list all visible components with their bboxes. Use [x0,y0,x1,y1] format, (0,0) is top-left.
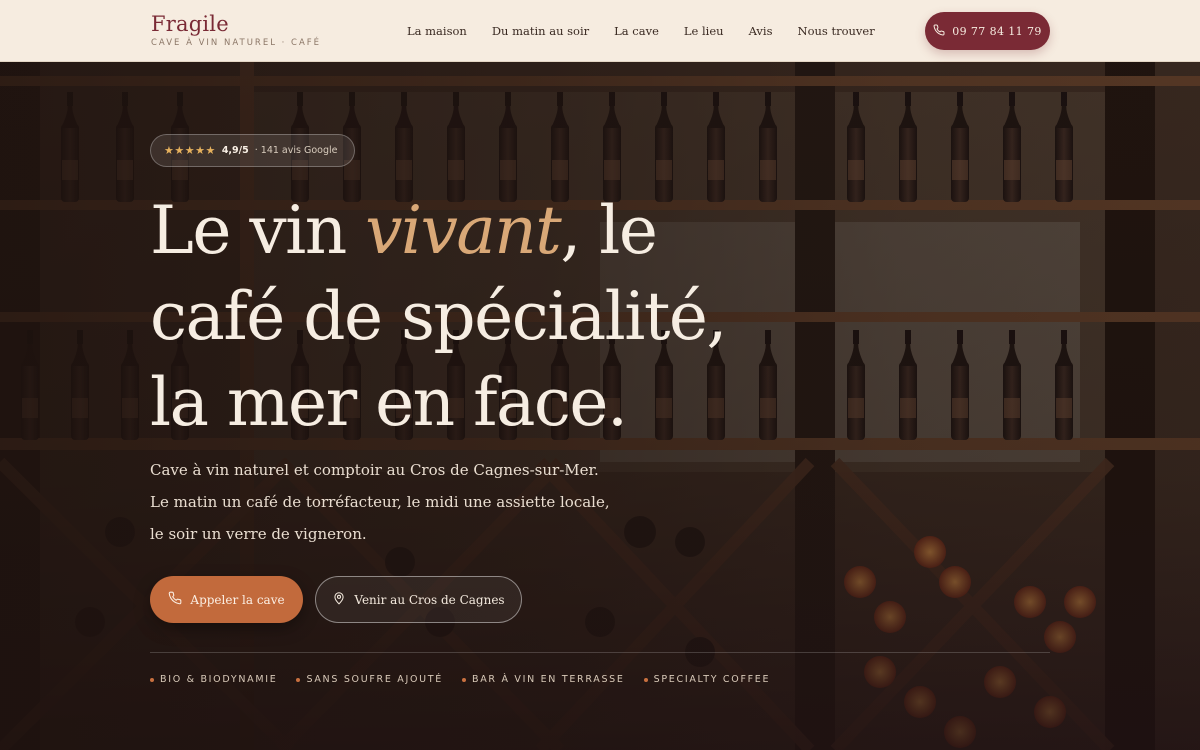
phone-icon [168,591,182,608]
headline-line-2: café de spécialité, [150,278,727,355]
headline-line-1-start: Le vin [150,192,366,269]
map-pin-icon [332,591,346,608]
header-phone-label: 09 77 84 11 79 [952,24,1042,38]
lede-line-3: le soir un verre de vigneron. [150,525,367,543]
lede-line-1: Cave à vin naturel et comptoir au Cros d… [150,461,599,479]
hero-headline: Le vin vivant, le café de spécialité, la… [150,188,850,446]
nav-item-nous-trouver[interactable]: Nous trouver [798,23,875,39]
headline-accent: vivant [365,192,562,269]
tag-bio: BIO & BIODYNAMIE [150,674,277,685]
lede-line-2: Le matin un café de torréfacteur, le mid… [150,493,610,511]
nav-item-le-lieu[interactable]: Le lieu [684,23,724,39]
call-cave-button[interactable]: Appeler la cave [150,576,303,623]
main-nav: La maison Du matin au soir La cave Le li… [407,23,900,39]
tag-label: SANS SOUFRE AJOUTÉ [306,674,444,685]
nav-item-la-maison[interactable]: La maison [407,23,467,39]
dot-icon [150,677,154,682]
headline-line-1: Le vin vivant, le [150,188,850,274]
directions-button[interactable]: Venir au Cros de Cagnes [315,576,522,623]
rating-score: 4,9/5 [221,145,249,156]
phone-icon [933,23,945,39]
tag-label: BAR À VIN EN TERRASSE [472,674,625,685]
dot-icon [296,677,301,682]
dot-icon [643,677,648,682]
tag-specialty-coffee: SPECIALTY COFFEE [643,674,771,685]
tag-bar-terrasse: BAR À VIN EN TERRASSE [462,674,625,685]
hero-section: ★★★★★ 4,9/5 · 141 avis Google Le vin viv… [0,62,1200,750]
rating-count: · 141 avis Google [254,145,338,156]
feature-tags: BIO & BIODYNAMIE SANS SOUFRE AJOUTÉ BAR … [150,674,770,685]
nav-item-avis[interactable]: Avis [749,23,773,39]
tag-label: SPECIALTY COFFEE [653,674,771,685]
directions-label: Venir au Cros de Cagnes [354,592,505,607]
nav-item-la-cave[interactable]: La cave [614,23,659,39]
site-header: Fragile CAVE À VIN NATUREL · CAFÉ La mai… [0,0,1200,62]
headline-line-1-end: , le [560,192,658,269]
dot-icon [462,677,467,682]
brand-logo[interactable]: Fragile CAVE À VIN NATUREL · CAFÉ [151,11,321,48]
call-cave-label: Appeler la cave [190,592,285,607]
hero-divider [150,652,1050,653]
brand-name: Fragile [151,12,229,36]
tag-sans-soufre: SANS SOUFRE AJOUTÉ [296,674,443,685]
nav-item-du-matin-au-soir[interactable]: Du matin au soir [492,23,589,39]
star-icons: ★★★★★ [164,144,216,157]
google-rating-badge[interactable]: ★★★★★ 4,9/5 · 141 avis Google [150,134,355,167]
tag-label: BIO & BIODYNAMIE [160,674,278,685]
brand-tagline: CAVE À VIN NATUREL · CAFÉ [151,38,322,48]
headline-line-3: la mer en face. [150,364,628,441]
header-phone-button[interactable]: 09 77 84 11 79 [925,12,1050,50]
hero-lede: Cave à vin naturel et comptoir au Cros d… [150,454,670,550]
